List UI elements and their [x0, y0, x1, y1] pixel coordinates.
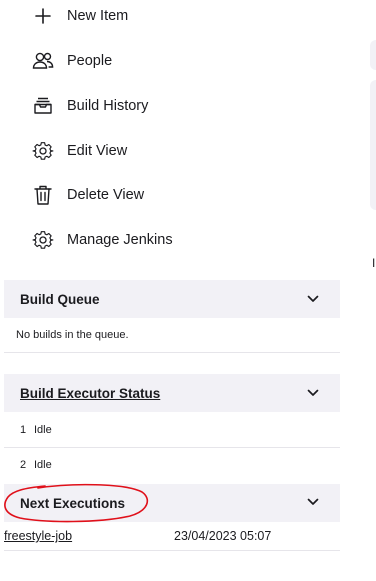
build-queue-header[interactable]: Build Queue [4, 280, 340, 318]
nav-label: People [67, 53, 113, 69]
nav-delete-view[interactable]: Delete View [32, 181, 144, 209]
nav-manage-jenkins[interactable]: Manage Jenkins [32, 226, 173, 254]
executor-number: 2 [20, 459, 27, 471]
trash-icon [32, 184, 54, 206]
nav-new-item[interactable]: New Item [32, 2, 128, 30]
executor-status-header[interactable]: Build Executor Status [4, 374, 340, 412]
nav-people[interactable]: People [32, 47, 112, 75]
executor-number: 1 [20, 424, 27, 436]
chevron-down-icon[interactable] [306, 292, 320, 306]
partial-panel [370, 80, 376, 210]
executor-status: Idle [34, 459, 52, 471]
nav-label: Manage Jenkins [67, 232, 173, 248]
nav-label: Build History [67, 98, 149, 114]
nav-label: Delete View [67, 187, 145, 203]
divider [4, 550, 340, 551]
job-link[interactable]: freestyle-job [4, 529, 72, 543]
build-queue-empty-text: No builds in the queue. [16, 329, 129, 341]
nav-label: New Item [67, 8, 129, 24]
gear-icon [32, 140, 54, 162]
gear-icon [32, 229, 54, 251]
annotation-circle [4, 483, 149, 523]
executor-status: Idle [34, 424, 52, 436]
nav-label: Edit View [67, 143, 128, 159]
nav-build-history[interactable]: Build History [32, 92, 148, 120]
executor-status-link[interactable]: Build Executor Status [20, 386, 160, 401]
execution-time: 23/04/2023 05:07 [174, 529, 272, 543]
chevron-down-icon[interactable] [306, 495, 320, 509]
inbox-icon [32, 95, 54, 117]
people-icon [32, 50, 54, 72]
partial-text: I [372, 256, 376, 270]
build-queue-title: Build Queue [20, 291, 100, 307]
divider [4, 352, 340, 353]
divider [4, 447, 340, 448]
plus-icon [32, 5, 54, 27]
chevron-down-icon[interactable] [306, 386, 320, 400]
nav-edit-view[interactable]: Edit View [32, 137, 127, 165]
partial-panel [370, 40, 376, 70]
